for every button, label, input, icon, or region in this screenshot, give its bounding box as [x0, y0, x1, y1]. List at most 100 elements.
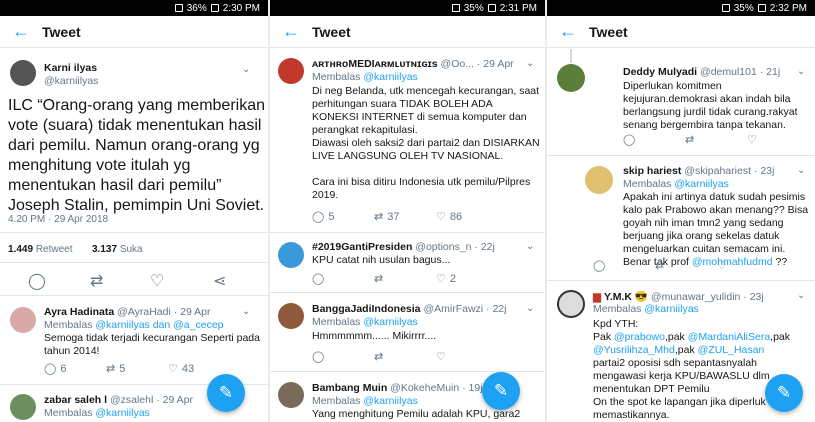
reply-icon[interactable]: ◯ 5 [312, 210, 374, 224]
reply-author[interactable]: zabar saleh l @zsalehl · 29 Apr [44, 394, 193, 406]
reply-to[interactable]: Membalas @karniilyas [593, 303, 699, 316]
reply-text: Diperlukan komitmen kejujuran.demokrasi … [623, 80, 798, 131]
reply-author[interactable]: ᴀʀᴛʜʀᴏMEDIᴀʀᴍʟᴜᴛɴɪɢɪs @Oo... · 29 Apr [312, 58, 514, 70]
compose-tweet-button[interactable]: ✎ [482, 372, 520, 410]
compose-tweet-button[interactable]: ✎ [207, 374, 245, 412]
app-bar: ← Tweet [0, 16, 268, 48]
avatar[interactable] [10, 60, 36, 86]
chevron-down-icon[interactable]: ⌄ [797, 165, 805, 176]
reply-author[interactable]: skip hariest @skipahariest · 23j [623, 165, 774, 177]
retweet-count[interactable]: 1.449 Retweet [8, 244, 73, 255]
reply-actions: ◯ ⇄ ♡ 2 [312, 272, 498, 286]
like-icon[interactable]: ♡ 2 [436, 272, 498, 286]
avatar[interactable] [278, 382, 304, 408]
reply-to[interactable]: Membalas @karniilyas [312, 316, 418, 329]
reply-icon[interactable]: ◯ [312, 272, 374, 285]
reply-icon[interactable]: ◯ [593, 259, 655, 272]
page-title: Tweet [312, 23, 351, 40]
chevron-down-icon[interactable]: ⌄ [526, 303, 534, 314]
page-title: Tweet [42, 23, 81, 40]
reply-actions: ◯ 6 ⇄ 5 ♡ 43 [44, 362, 230, 376]
battery-level: 36% [186, 2, 207, 14]
retweet-icon[interactable]: ⇄ [374, 272, 436, 285]
reply-to[interactable]: Membalas @karniilyas [44, 407, 150, 420]
clock: 2:32 PM [769, 2, 807, 14]
avatar[interactable] [557, 64, 585, 92]
like-icon[interactable]: ♡ [717, 259, 779, 272]
like-icon[interactable]: ♡ [436, 350, 498, 363]
battery-icon [487, 4, 496, 12]
avatar[interactable] [278, 58, 304, 84]
thread-line [570, 49, 572, 63]
reply-icon[interactable]: ◯ 6 [44, 362, 106, 376]
retweet-icon[interactable]: ⇄ [90, 271, 103, 291]
back-arrow-icon[interactable]: ← [282, 21, 312, 42]
reply-text: KPU catat nih usulan bagus... [312, 254, 451, 266]
avatar[interactable] [10, 307, 36, 333]
signal-icon [721, 4, 730, 12]
reply-actions: ◯ ⇄ ♡ [593, 259, 779, 272]
reply-actions: ◯ ⇄ ♡ [312, 350, 498, 363]
like-count[interactable]: 3.137 Suka [92, 244, 143, 255]
panel-1: 36% 2:30 PM ← Tweet Karni ilyas @karniilya… [0, 0, 268, 422]
reply-text: Di neg Belanda, utk mencegah kecurangan,… [312, 85, 540, 201]
reply-text: Hmmmmmm...... Mikirrrr.... [312, 330, 437, 342]
retweet-icon[interactable]: ⇄ 5 [106, 362, 168, 376]
avatar[interactable] [278, 303, 304, 329]
chevron-down-icon[interactable]: ⌄ [242, 64, 250, 75]
app-bar: ← Tweet [547, 16, 815, 48]
reply-author[interactable]: #2019GantiPresiden @options_n · 22j [312, 241, 495, 253]
reply-to[interactable]: Membalas @karniilyas dan @a_cecep [44, 319, 224, 332]
panel-2: 35% 2:31 PM ← Tweet ᴀʀᴛʜʀᴏMEDIᴀʀᴍʟᴜᴛɴɪɢɪs … [270, 0, 545, 422]
reply-icon[interactable]: ◯ [28, 271, 46, 291]
reply-to[interactable]: Membalas @karniilyas [623, 178, 729, 191]
status-bar: 35% 2:31 PM [270, 0, 545, 16]
reply-author[interactable]: Ayra Hadinata @AyraHadi · 29 Apr [44, 306, 210, 318]
clock: 2:30 PM [222, 2, 260, 14]
retweet-icon[interactable]: ⇄ [655, 259, 717, 272]
retweet-icon[interactable]: ⇄ [685, 133, 747, 146]
reply-author[interactable]: Bambang Muin @KokeheMuin · 19j [312, 382, 483, 394]
chevron-down-icon[interactable]: ⌄ [242, 306, 250, 317]
tweet-timestamp: 4.20 PM · 29 Apr 2018 [8, 214, 109, 225]
signal-icon [174, 4, 183, 12]
status-bar: 35% 2:32 PM [547, 0, 815, 16]
avatar[interactable] [585, 166, 613, 194]
reply-icon[interactable]: ◯ [623, 133, 685, 146]
like-icon[interactable]: ♡ [150, 271, 164, 291]
page-title: Tweet [589, 23, 628, 40]
avatar[interactable] [557, 290, 585, 318]
reply-text: Yang menghitung Pemilu adalah KPU, gara2 [312, 408, 521, 420]
battery-icon [210, 4, 219, 12]
battery-level: 35% [463, 2, 484, 14]
avatar[interactable] [278, 242, 304, 268]
author-handle[interactable]: @karniilyas [44, 75, 98, 87]
like-icon[interactable]: ♡ [747, 133, 809, 146]
avatar[interactable] [10, 394, 36, 420]
signal-icon [451, 4, 460, 12]
retweet-icon[interactable]: ⇄ [374, 350, 436, 363]
reply-author[interactable]: Deddy Mulyadi @demul101 · 21j [623, 66, 780, 78]
clock: 2:31 PM [499, 2, 537, 14]
chevron-down-icon[interactable]: ⌄ [526, 58, 534, 69]
back-arrow-icon[interactable]: ← [559, 21, 589, 42]
back-arrow-icon[interactable]: ← [12, 21, 42, 42]
reply-author[interactable]: BanggaJadiIndonesia @AmirFawzi · 22j [312, 303, 506, 315]
retweet-icon[interactable]: ⇄ 37 [374, 210, 436, 224]
reply-author[interactable]: ▆ Y.M.K 😎 @munawar_yulidin · 23j [593, 290, 764, 303]
reply-to[interactable]: Membalas @karniilyas [312, 71, 418, 84]
compose-tweet-button[interactable]: ✎ [765, 374, 803, 412]
reply-icon[interactable]: ◯ [312, 350, 374, 363]
screenshots: 36% 2:30 PM ← Tweet Karni ilyas @karniilya… [0, 0, 815, 422]
like-icon[interactable]: ♡ 43 [168, 362, 230, 376]
chevron-down-icon[interactable]: ⌄ [797, 290, 805, 301]
chevron-down-icon[interactable]: ⌄ [526, 241, 534, 252]
like-icon[interactable]: ♡ 86 [436, 210, 498, 224]
chevron-down-icon[interactable]: ⌄ [797, 66, 805, 77]
reply-text: Apakah ini artinya datuk sudah pesimis k… [623, 191, 809, 268]
battery-level: 35% [733, 2, 754, 14]
reply-to[interactable]: Membalas @karniilyas [312, 395, 418, 408]
author-name[interactable]: Karni ilyas [44, 62, 97, 74]
reply-text: Semoga tidak terjadi kecurangan Seperti … [44, 332, 260, 357]
share-icon[interactable]: ⋖ [213, 271, 226, 291]
